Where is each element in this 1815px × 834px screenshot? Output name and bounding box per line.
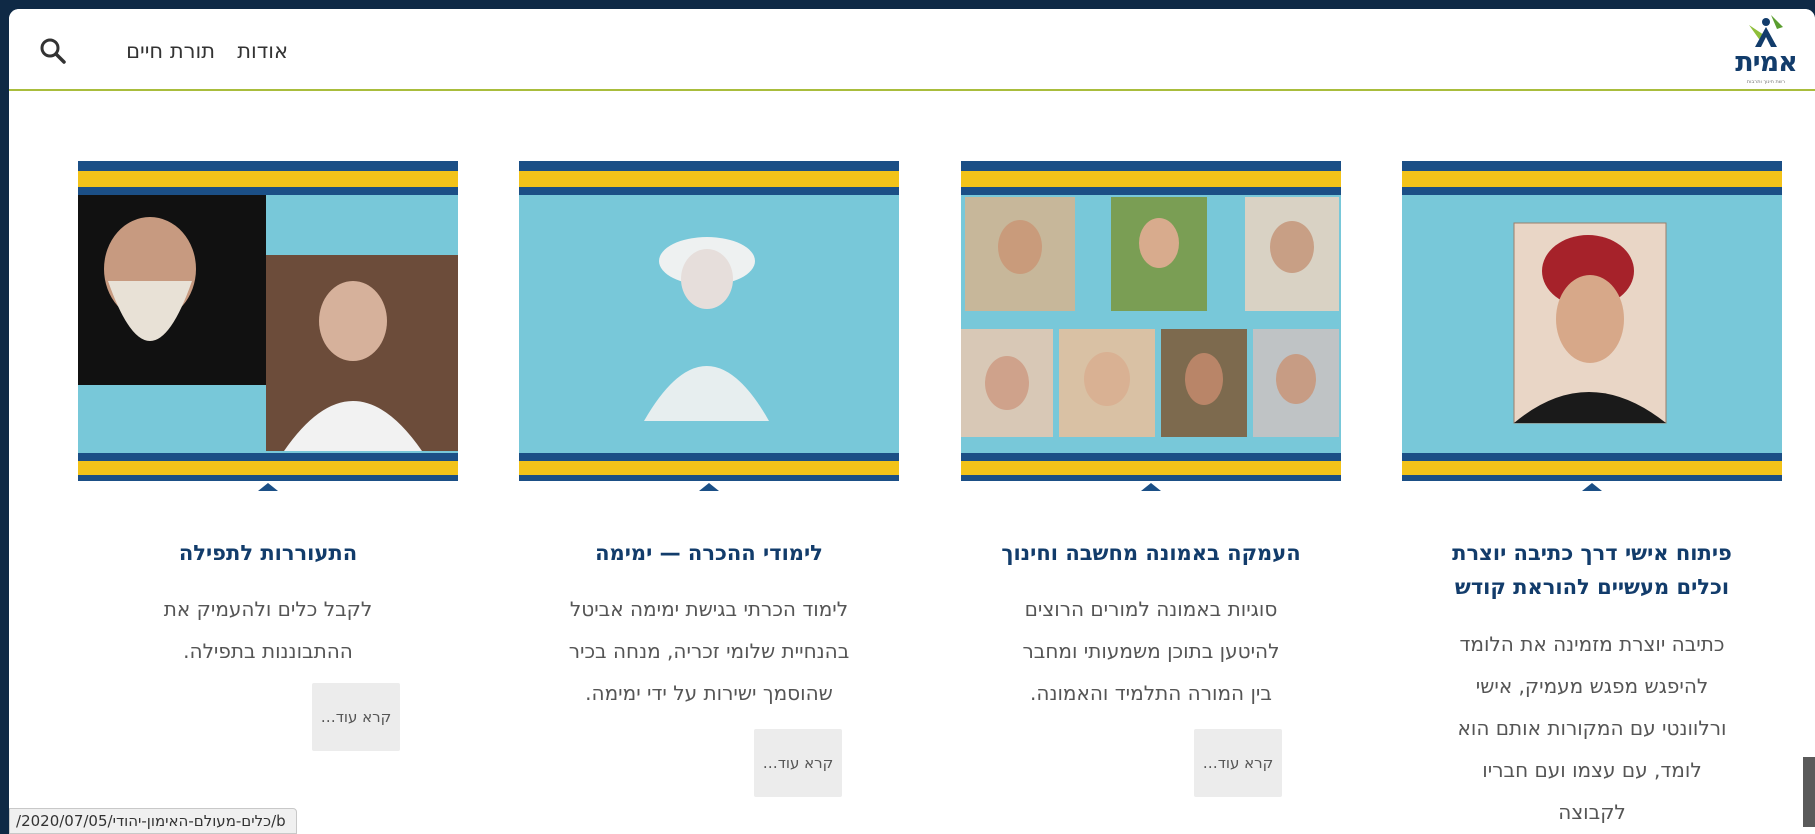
status-bar-url: /כלים-מעולם-האימון-יהודי/2020/07/05/b [9,808,297,834]
card-title[interactable]: התעוררות לתפילה [78,536,458,570]
card-text-line: סוגיות באמונה למורים הרוצים [1024,597,1278,621]
card-description: לימוד הכרתי בגישת ימימה אביטל בהנחיית של… [519,588,899,714]
card-text-line: כתיבה יוצרת מזמינה את הלומד [1459,632,1725,656]
card-text-line: בין המורה התלמיד והאמונה. [1030,681,1272,705]
browser-page: אמית רשת חינוך ותרבות אודות תורת חיים פי… [9,9,1815,834]
card-text-line: לומד, עם עצמו ועם חבריו [1482,758,1702,782]
read-more-button[interactable]: קרא עוד… [312,683,400,751]
card-description: לקבל כלים ולהעמיק את ההתבוננות בתפילה. [78,588,458,672]
course-image-prayer[interactable] [78,161,458,491]
card-text-line: לקבוצה [1558,800,1626,824]
search-button[interactable] [39,37,67,65]
card-description: סוגיות באמונה למורים הרוצים להיטען בתוכן… [961,588,1341,714]
site-header: אמית רשת חינוך ותרבות אודות תורת חיים [9,9,1815,91]
card-title[interactable]: העמקה באמונה מחשבה וחינוך [961,536,1341,570]
card-title-line[interactable]: פיתוח אישי דרך כתיבה יוצרת [1402,536,1782,570]
card-text-line: לקבל כלים ולהעמיק את [163,597,373,621]
card-text-line: להיטען בתוכן משמעותי ומחבר [1022,639,1280,663]
read-more-button[interactable]: קרא עוד… [1194,729,1282,797]
course-image-faith-education[interactable] [961,161,1341,491]
card-title-line[interactable]: לימודי ההכרה — ימימה [519,536,899,570]
card-text-line: לימוד הכרתי בגישת ימימה אביטל [569,597,849,621]
logo-text: אמית [1735,47,1798,78]
card-title-line[interactable]: העמקה באמונה מחשבה וחינוך [961,536,1341,570]
card-text-line: להיפגש מפגש מעמיק, אישי [1475,674,1709,698]
card-title-line[interactable]: התעוררות לתפילה [78,536,458,570]
card-title-line[interactable]: וכלים מעשיים להוראת קודש [1402,570,1782,604]
course-image-creative-writing[interactable] [1402,161,1782,491]
logo-subtitle: רשת חינוך ותרבות [1746,79,1786,85]
nav-torat-chaim[interactable]: תורת חיים [65,39,215,63]
card-text-line: ורלוונטי עם המקורות אותם הוא [1457,716,1727,740]
card-title[interactable]: פיתוח אישי דרך כתיבה יוצרת וכלים מעשיים … [1402,536,1782,604]
card-text-line: ההתבוננות בתפילה. [183,639,353,663]
course-image-yemima[interactable] [519,161,899,491]
card-text-line: שהוסמך ישירות על ידי ימימה. [585,681,833,705]
nav-about[interactable]: אודות [237,39,288,63]
card-text-line: בהנחיית שלומי זכריה, מנחה בכיר [568,639,850,663]
read-more-button[interactable]: קרא עוד… [754,729,842,797]
card-description: כתיבה יוצרת מזמינה את הלומד להיפגש מפגש … [1402,623,1782,833]
card-title[interactable]: לימודי ההכרה — ימימה [519,536,899,570]
site-logo[interactable]: אמית רשת חינוך ותרבות [1725,13,1807,87]
search-icon [40,38,66,64]
scrollbar-thumb[interactable] [1803,757,1815,827]
